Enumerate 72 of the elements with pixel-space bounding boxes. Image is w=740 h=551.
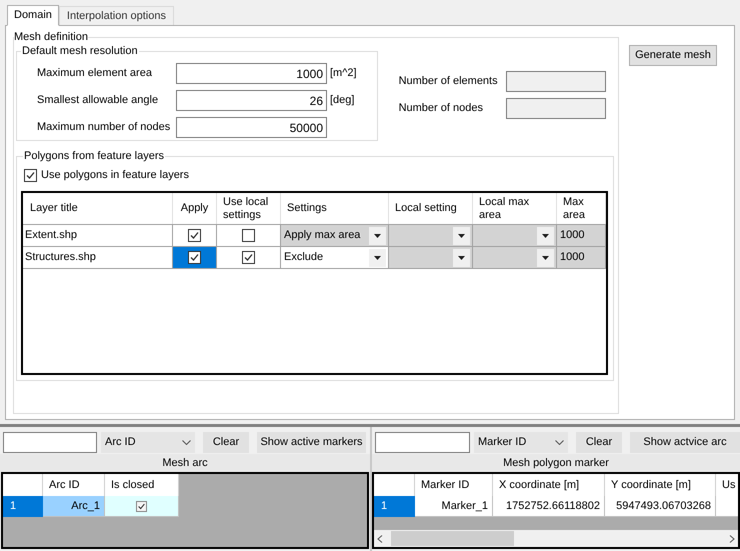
- clear-button[interactable]: Clear: [576, 432, 622, 453]
- input-field[interactable]: 26: [176, 90, 327, 111]
- clear-button[interactable]: Clear: [203, 432, 249, 453]
- caret-icon: [453, 248, 470, 266]
- table-cell: 1000: [557, 247, 606, 268]
- search-field[interactable]: [375, 432, 470, 453]
- checkbox[interactable]: [242, 251, 255, 264]
- caret-icon: [537, 248, 554, 266]
- field-label: Number of nodes: [398, 101, 484, 116]
- table-cell: Marker_1: [415, 496, 493, 517]
- caret-icon: [369, 226, 386, 244]
- checkbox[interactable]: [242, 229, 255, 242]
- chevron-icon: [555, 440, 564, 445]
- column-header: Layer title: [23, 193, 173, 224]
- column-header: Us: [716, 474, 738, 496]
- caret-icon: [369, 248, 386, 266]
- column-header: Local setting: [389, 193, 473, 224]
- column-header: Max area: [557, 193, 606, 224]
- corner-header: [374, 474, 415, 496]
- combo-box[interactable]: Marker ID: [474, 432, 568, 453]
- horizontal-scrollbar[interactable]: [374, 530, 738, 547]
- caret-icon: [537, 226, 554, 244]
- corner-header: [3, 474, 43, 496]
- tab[interactable]: Domain: [7, 5, 59, 26]
- column-header: X coordinate [m]: [493, 474, 605, 496]
- cell-value: Apply max area: [284, 228, 360, 244]
- caret-icon: [453, 226, 470, 244]
- checkbox[interactable]: [188, 251, 201, 264]
- unit-label: [deg]: [330, 93, 354, 108]
- column-header: Y coordinate [m]: [605, 474, 716, 496]
- group-title: Default mesh resolution: [21, 44, 139, 58]
- column-header: Is closed: [105, 474, 179, 496]
- show-button[interactable]: Show actvice arc: [630, 432, 740, 453]
- table-cell: 1000: [557, 225, 606, 246]
- row-header[interactable]: 1: [374, 496, 415, 517]
- checkbox-label: Use polygons in feature layers: [41, 168, 189, 183]
- table-cell: Arc_1: [43, 496, 105, 517]
- combo-box[interactable]: Arc ID: [101, 432, 195, 453]
- field-label: Maximum number of nodes: [37, 120, 172, 136]
- table-cell: [716, 496, 738, 517]
- grid-title: Mesh polygon marker: [372, 454, 740, 472]
- generate-mesh-button[interactable]: Generate mesh: [629, 45, 717, 66]
- field-label: Maximum element area: [37, 66, 153, 82]
- checkbox[interactable]: [188, 229, 201, 242]
- checkbox[interactable]: [136, 500, 147, 512]
- search-field[interactable]: [3, 432, 97, 453]
- scroll-right-icon[interactable]: [729, 534, 735, 542]
- checkbox[interactable]: [24, 168, 37, 182]
- column-header: Settings: [281, 193, 389, 224]
- scroll-left-icon[interactable]: [377, 534, 383, 542]
- column-header: Local max area: [473, 193, 557, 224]
- grid-title: Mesh arc: [0, 454, 370, 472]
- cell-value: Exclude: [284, 250, 324, 266]
- tab[interactable]: Interpolation options: [58, 6, 174, 25]
- column-header: Marker ID: [415, 474, 493, 496]
- field-label: Smallest allowable angle: [37, 93, 160, 108]
- group-title: Mesh definition: [14, 30, 88, 44]
- table-cell: 1752752.66118802: [493, 496, 605, 517]
- row-header[interactable]: 1: [3, 496, 43, 517]
- table-cell[interactable]: [173, 247, 217, 268]
- input-field[interactable]: 1000: [176, 63, 327, 84]
- table-cell: 5947493.06703268: [605, 496, 716, 517]
- group-title: Polygons from feature layers: [23, 149, 166, 163]
- chevron-icon: [182, 440, 191, 445]
- scrollbar-thumb[interactable]: [391, 531, 514, 546]
- column-header: Arc ID: [43, 474, 105, 496]
- column-header: Use local settings: [217, 193, 281, 224]
- column-header: Apply: [173, 193, 217, 224]
- show-button[interactable]: Show active markers: [257, 432, 366, 453]
- input-field[interactable]: 50000: [176, 117, 327, 138]
- unit-label: [m^2]: [330, 66, 357, 82]
- field-label: Number of elements: [398, 74, 499, 90]
